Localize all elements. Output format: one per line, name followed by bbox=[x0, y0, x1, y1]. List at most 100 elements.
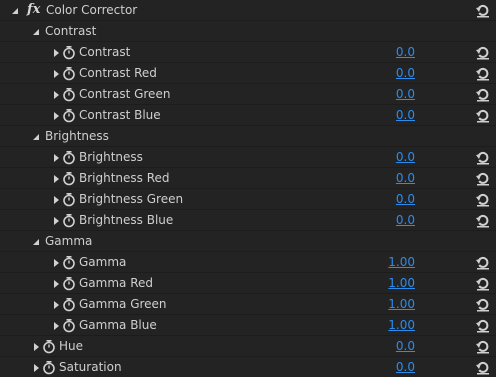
group-label: Brightness bbox=[45, 129, 109, 143]
effect-row: fx Color Corrector bbox=[0, 0, 496, 21]
expand-triangle-closed-icon[interactable] bbox=[50, 168, 62, 189]
parameter-value[interactable]: 0.0 bbox=[396, 108, 415, 123]
parameter-value[interactable]: 1.00 bbox=[388, 318, 415, 333]
stopwatch-icon[interactable] bbox=[62, 297, 76, 312]
expand-triangle-closed-icon[interactable] bbox=[30, 336, 42, 357]
expand-triangle-open-icon[interactable] bbox=[30, 231, 42, 252]
expand-triangle-closed-icon[interactable] bbox=[30, 357, 42, 377]
parameter-row: Contrast 0.0 bbox=[0, 42, 496, 63]
parameter-row: Hue 0.0 bbox=[0, 336, 496, 357]
expand-triangle-closed-icon[interactable] bbox=[50, 105, 62, 126]
expand-triangle-closed-icon[interactable] bbox=[50, 315, 62, 336]
parameter-label: Contrast Blue bbox=[79, 108, 161, 122]
reset-icon[interactable] bbox=[475, 192, 491, 207]
group-row-contrast: Contrast bbox=[0, 21, 496, 42]
stopwatch-icon[interactable] bbox=[62, 255, 76, 270]
reset-icon[interactable] bbox=[475, 255, 491, 270]
parameter-label: Brightness bbox=[79, 150, 143, 164]
effect-name: Color Corrector bbox=[46, 3, 138, 17]
reset-icon[interactable] bbox=[475, 45, 491, 60]
group-label: Contrast bbox=[45, 24, 97, 38]
expand-triangle-open-icon[interactable] bbox=[9, 0, 21, 21]
expand-triangle-closed-icon[interactable] bbox=[50, 147, 62, 168]
stopwatch-icon[interactable] bbox=[62, 171, 76, 186]
reset-icon[interactable] bbox=[475, 276, 491, 291]
parameter-row: Saturation 0.0 bbox=[0, 357, 496, 377]
parameter-label: Hue bbox=[59, 339, 84, 353]
reset-icon[interactable] bbox=[475, 318, 491, 333]
parameter-label: Gamma bbox=[79, 255, 127, 269]
parameter-label: Gamma Green bbox=[79, 297, 167, 311]
parameter-value[interactable]: 0.0 bbox=[396, 213, 415, 228]
parameter-label: Gamma Blue bbox=[79, 318, 157, 332]
parameter-row: Contrast Blue 0.0 bbox=[0, 105, 496, 126]
stopwatch-icon[interactable] bbox=[42, 339, 56, 354]
parameter-row: Brightness Blue 0.0 bbox=[0, 210, 496, 231]
parameter-row: Gamma Green 1.00 bbox=[0, 294, 496, 315]
parameter-row: Contrast Red 0.0 bbox=[0, 63, 496, 84]
parameter-row: Gamma Blue 1.00 bbox=[0, 315, 496, 336]
parameter-value[interactable]: 1.00 bbox=[388, 255, 415, 270]
parameter-label: Brightness Blue bbox=[79, 213, 174, 227]
expand-triangle-closed-icon[interactable] bbox=[50, 294, 62, 315]
stopwatch-icon[interactable] bbox=[42, 360, 56, 375]
group-row-gamma: Gamma bbox=[0, 231, 496, 252]
reset-icon[interactable] bbox=[475, 339, 491, 354]
parameter-value[interactable]: 0.0 bbox=[396, 339, 415, 354]
reset-icon[interactable] bbox=[475, 3, 491, 18]
parameter-value[interactable]: 0.0 bbox=[396, 360, 415, 375]
parameter-value[interactable]: 1.00 bbox=[388, 276, 415, 291]
reset-icon[interactable] bbox=[475, 171, 491, 186]
stopwatch-icon[interactable] bbox=[62, 213, 76, 228]
parameter-value[interactable]: 0.0 bbox=[396, 87, 415, 102]
stopwatch-icon[interactable] bbox=[62, 87, 76, 102]
expand-triangle-closed-icon[interactable] bbox=[50, 84, 62, 105]
expand-triangle-closed-icon[interactable] bbox=[50, 42, 62, 63]
expand-triangle-closed-icon[interactable] bbox=[50, 63, 62, 84]
parameter-value[interactable]: 0.0 bbox=[396, 150, 415, 165]
parameter-row: Brightness Green 0.0 bbox=[0, 189, 496, 210]
stopwatch-icon[interactable] bbox=[62, 318, 76, 333]
parameter-value[interactable]: 0.0 bbox=[396, 192, 415, 207]
expand-triangle-closed-icon[interactable] bbox=[50, 210, 62, 231]
reset-icon[interactable] bbox=[475, 66, 491, 81]
parameter-label: Brightness Red bbox=[79, 171, 170, 185]
parameter-label: Contrast Red bbox=[79, 66, 157, 80]
expand-triangle-closed-icon[interactable] bbox=[50, 189, 62, 210]
expand-triangle-open-icon[interactable] bbox=[30, 21, 42, 42]
parameter-label: Gamma Red bbox=[79, 276, 153, 290]
fx-icon[interactable]: fx bbox=[27, 2, 40, 18]
group-row-brightness: Brightness bbox=[0, 126, 496, 147]
stopwatch-icon[interactable] bbox=[62, 108, 76, 123]
reset-icon[interactable] bbox=[475, 108, 491, 123]
expand-triangle-open-icon[interactable] bbox=[30, 126, 42, 147]
stopwatch-icon[interactable] bbox=[62, 150, 76, 165]
stopwatch-icon[interactable] bbox=[62, 276, 76, 291]
parameter-row: Gamma Red 1.00 bbox=[0, 273, 496, 294]
expand-triangle-closed-icon[interactable] bbox=[50, 252, 62, 273]
parameter-value[interactable]: 1.00 bbox=[388, 297, 415, 312]
parameter-row: Contrast Green 0.0 bbox=[0, 84, 496, 105]
parameter-value[interactable]: 0.0 bbox=[396, 45, 415, 60]
expand-triangle-closed-icon[interactable] bbox=[50, 273, 62, 294]
reset-icon[interactable] bbox=[475, 150, 491, 165]
parameter-label: Brightness Green bbox=[79, 192, 184, 206]
group-label: Gamma bbox=[45, 234, 93, 248]
parameter-value[interactable]: 0.0 bbox=[396, 66, 415, 81]
parameter-groups: Contrast Contrast 0.0 Contrast Red 0.0 Contra… bbox=[0, 21, 496, 336]
parameter-label: Saturation bbox=[59, 360, 122, 374]
reset-icon[interactable] bbox=[475, 87, 491, 102]
top-parameters: Hue 0.0 Saturation 0.0 bbox=[0, 336, 496, 377]
reset-icon[interactable] bbox=[475, 213, 491, 228]
reset-icon[interactable] bbox=[475, 360, 491, 375]
parameter-row: Brightness Red 0.0 bbox=[0, 168, 496, 189]
stopwatch-icon[interactable] bbox=[62, 45, 76, 60]
parameter-label: Contrast bbox=[79, 45, 131, 59]
parameter-label: Contrast Green bbox=[79, 87, 171, 101]
parameter-value[interactable]: 0.0 bbox=[396, 171, 415, 186]
stopwatch-icon[interactable] bbox=[62, 66, 76, 81]
reset-icon[interactable] bbox=[475, 297, 491, 312]
effect-controls-panel: fx Color Corrector Contrast Contrast 0.0 Co… bbox=[0, 0, 496, 377]
stopwatch-icon[interactable] bbox=[62, 192, 76, 207]
parameter-row: Brightness 0.0 bbox=[0, 147, 496, 168]
